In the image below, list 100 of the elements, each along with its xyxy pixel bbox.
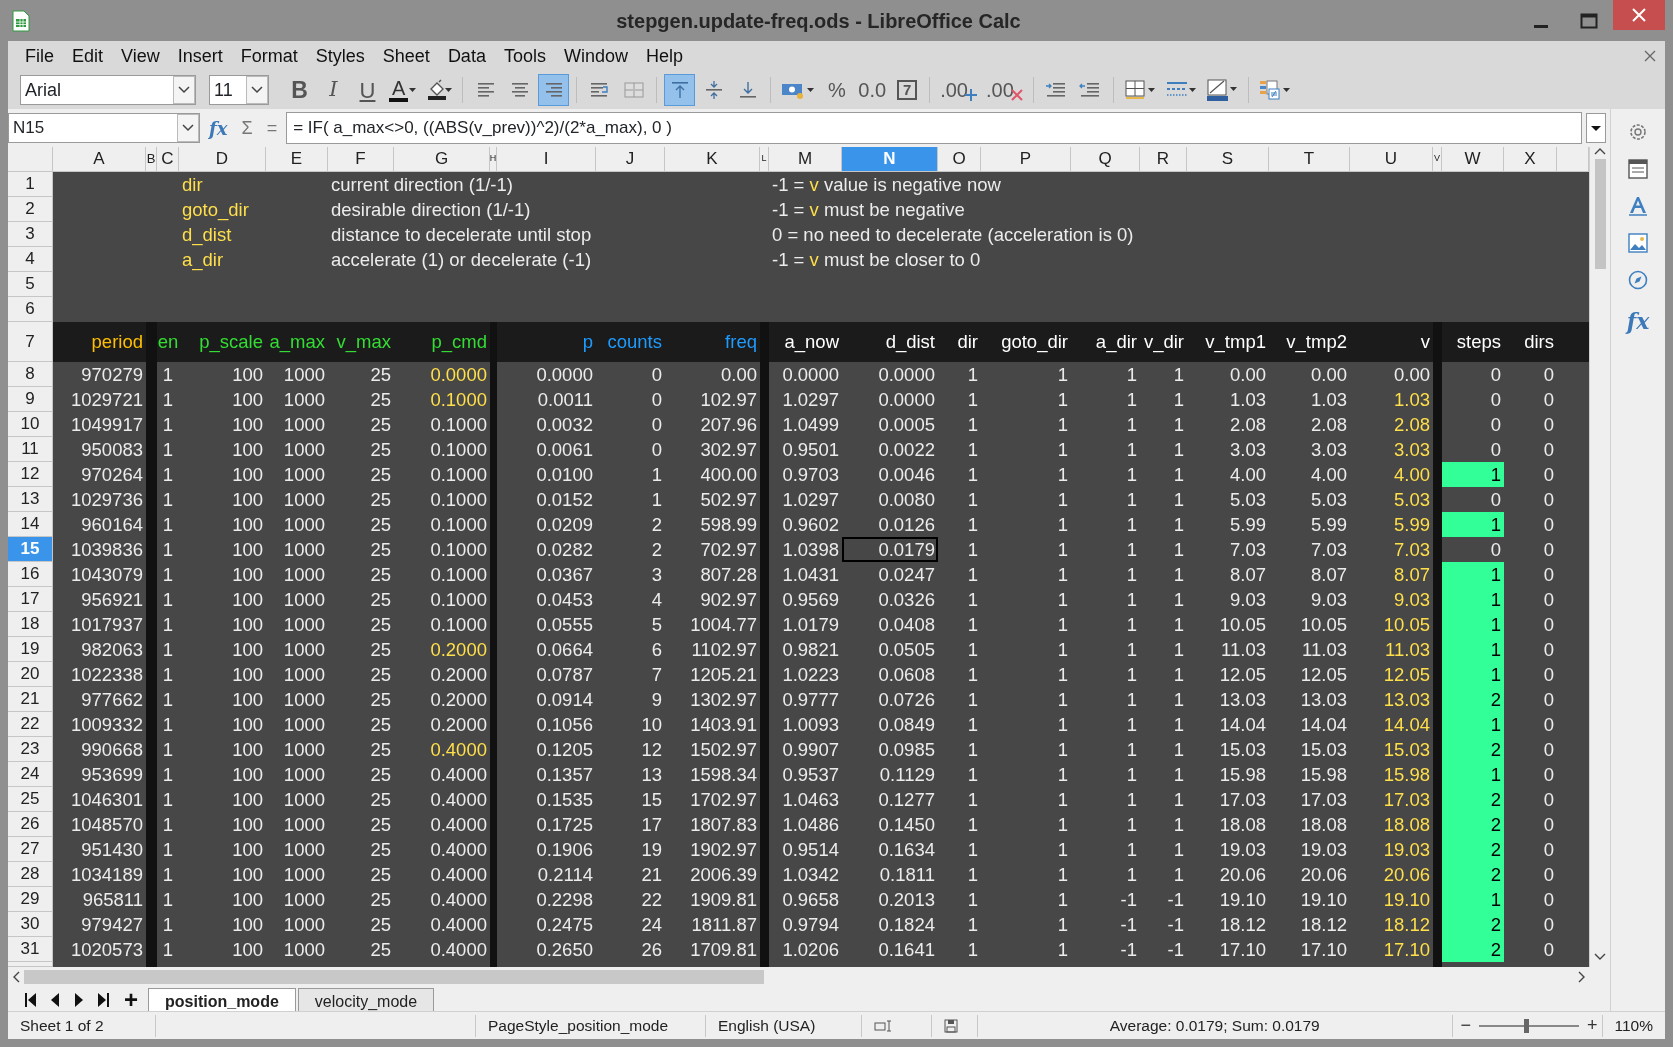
column-header[interactable]: B: [146, 147, 157, 172]
formula-field[interactable]: = IF( a_max<>0, ((ABS(v_prev))^2)/(2*a_max), 0 ): [286, 112, 1582, 144]
add-sheet-button[interactable]: +: [116, 989, 146, 1011]
column-header[interactable]: F: [328, 147, 394, 172]
name-box[interactable]: N15: [8, 113, 200, 143]
column-header[interactable]: P: [981, 147, 1071, 172]
sum-button[interactable]: Σ: [236, 114, 258, 142]
menu-item[interactable]: Edit: [63, 42, 113, 70]
row-header[interactable]: 22: [8, 712, 53, 737]
row-header[interactable]: 5: [8, 272, 53, 297]
column-header[interactable]: T: [1269, 147, 1350, 172]
scroll-down-icon[interactable]: [1594, 953, 1606, 961]
selection-mode-icon[interactable]: [874, 1019, 894, 1032]
add-decimal-button[interactable]: .00: [937, 74, 980, 106]
valign-top-button[interactable]: [664, 74, 696, 106]
row-header[interactable]: 4: [8, 247, 53, 272]
row-header[interactable]: 20: [8, 662, 53, 687]
row-header[interactable]: 26: [8, 812, 53, 837]
menu-item[interactable]: Data: [438, 42, 495, 70]
menu-item[interactable]: Insert: [168, 42, 232, 70]
column-header[interactable]: G: [394, 147, 490, 172]
column-header[interactable]: K: [665, 147, 760, 172]
column-header[interactable]: A: [53, 147, 146, 172]
menu-item[interactable]: File: [16, 42, 63, 70]
column-header[interactable]: W: [1442, 147, 1504, 172]
column-header[interactable]: C: [157, 147, 179, 172]
row-header[interactable]: 19: [8, 637, 53, 662]
column-header[interactable]: I: [497, 147, 596, 172]
slider-thumb[interactable]: [1523, 1018, 1529, 1033]
number-button[interactable]: 0.0: [855, 74, 890, 106]
scrollbar-thumb[interactable]: [24, 969, 764, 984]
menu-item[interactable]: Help: [636, 42, 692, 70]
row-header[interactable]: 17: [8, 587, 53, 612]
scroll-right-icon[interactable]: [1578, 970, 1586, 983]
row-header[interactable]: 29: [8, 887, 53, 912]
save-icon[interactable]: [944, 1018, 958, 1033]
expand-icon[interactable]: [1586, 113, 1606, 143]
menu-item[interactable]: Window: [554, 42, 637, 70]
align-right-button[interactable]: [538, 74, 570, 106]
row-header[interactable]: 28: [8, 862, 53, 887]
menu-item[interactable]: Tools: [494, 42, 555, 70]
row-header[interactable]: 10: [8, 412, 53, 437]
row-header[interactable]: 2: [8, 197, 53, 222]
column-header[interactable]: E: [266, 147, 328, 172]
percent-button[interactable]: %: [821, 74, 853, 106]
menu-item[interactable]: Sheet: [373, 42, 439, 70]
date-button[interactable]: 7: [897, 80, 918, 100]
close-button[interactable]: [1613, 0, 1665, 30]
row-header[interactable]: 12: [8, 462, 53, 487]
zoom-out-button[interactable]: −: [1456, 1012, 1475, 1039]
scroll-up-icon[interactable]: [1594, 147, 1606, 155]
font-size-field[interactable]: 11: [209, 75, 269, 105]
row-header[interactable]: 13: [8, 487, 53, 512]
column-header[interactable]: O: [938, 147, 981, 172]
font-name-field[interactable]: Arial: [20, 75, 196, 105]
italic-button[interactable]: I: [318, 74, 349, 106]
row-header[interactable]: 24: [8, 762, 53, 787]
row-header[interactable]: 25: [8, 787, 53, 812]
row-header[interactable]: 8: [8, 362, 53, 387]
column-header[interactable]: J: [596, 147, 665, 172]
sheet-tab[interactable]: position_mode: [148, 988, 296, 1011]
row-header[interactable]: 3: [8, 222, 53, 247]
underline-button[interactable]: U: [352, 74, 383, 106]
row-header[interactable]: 6: [8, 297, 53, 322]
table-cell: 1: [1057, 638, 1068, 661]
menu-item[interactable]: View: [112, 42, 169, 70]
row-header[interactable]: 21: [8, 687, 53, 712]
row-header[interactable]: 27: [8, 837, 53, 862]
row-header[interactable]: 18: [8, 612, 53, 637]
row-header[interactable]: 1: [8, 172, 53, 197]
menu-item[interactable]: Styles: [306, 42, 374, 70]
scrollbar-thumb[interactable]: [1594, 159, 1606, 269]
column-header[interactable]: M: [769, 147, 842, 172]
delete-decimal-button[interactable]: .00: [982, 74, 1026, 106]
row-header[interactable]: 30: [8, 912, 53, 937]
row-header[interactable]: 31: [8, 937, 53, 962]
column-header[interactable]: R: [1140, 147, 1187, 172]
formula-button[interactable]: =: [261, 114, 283, 142]
table-cell: 1: [1057, 438, 1068, 461]
column-header[interactable]: U: [1350, 147, 1433, 172]
menu-item[interactable]: Format: [231, 42, 307, 70]
functions-button[interactable]: fx: [1623, 302, 1653, 341]
row-header[interactable]: 23: [8, 737, 53, 762]
column-header[interactable]: D: [179, 147, 266, 172]
row-header[interactable]: 9: [8, 387, 53, 412]
sheet-tab[interactable]: velocity_mode: [297, 988, 435, 1011]
column-header[interactable]: S: [1187, 147, 1269, 172]
table-cell: 1403.91: [690, 713, 757, 736]
bold-button[interactable]: B: [284, 74, 315, 106]
font-color-button[interactable]: A: [386, 74, 421, 106]
zoom-in-button[interactable]: +: [1583, 1012, 1602, 1039]
column-header[interactable]: X: [1504, 147, 1557, 172]
row-header[interactable]: 7: [8, 322, 53, 362]
row-header[interactable]: 14: [8, 512, 53, 537]
row-header[interactable]: 11: [8, 437, 53, 462]
column-header[interactable]: Q: [1071, 147, 1140, 172]
column-header[interactable]: L: [760, 147, 769, 172]
scroll-left-icon[interactable]: [12, 970, 20, 983]
function-wizard-button[interactable]: fx: [204, 114, 233, 142]
row-header[interactable]: 16: [8, 562, 53, 587]
